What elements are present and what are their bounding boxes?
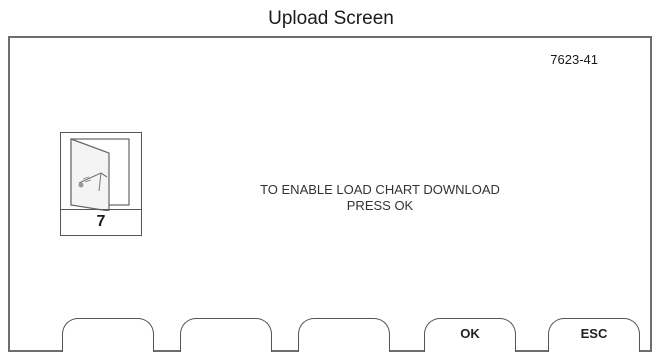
instruction-message: TO ENABLE LOAD CHART DOWNLOAD PRESS OK <box>200 182 560 214</box>
load-chart-door-icon <box>70 138 130 211</box>
esc-button[interactable]: ESC <box>548 318 640 352</box>
softkey-2[interactable] <box>180 318 272 352</box>
load-chart-icon-box: 7 <box>60 132 142 236</box>
message-line-1: TO ENABLE LOAD CHART DOWNLOAD <box>260 182 500 197</box>
message-line-2: PRESS OK <box>346 198 414 213</box>
icon-number: 7 <box>61 209 141 235</box>
softkey-1[interactable] <box>62 318 154 352</box>
screen-caption: Upload Screen <box>268 8 394 29</box>
figure-id: 7623-41 <box>550 52 598 67</box>
ok-button[interactable]: OK <box>424 318 516 352</box>
softkey-3[interactable] <box>298 318 390 352</box>
